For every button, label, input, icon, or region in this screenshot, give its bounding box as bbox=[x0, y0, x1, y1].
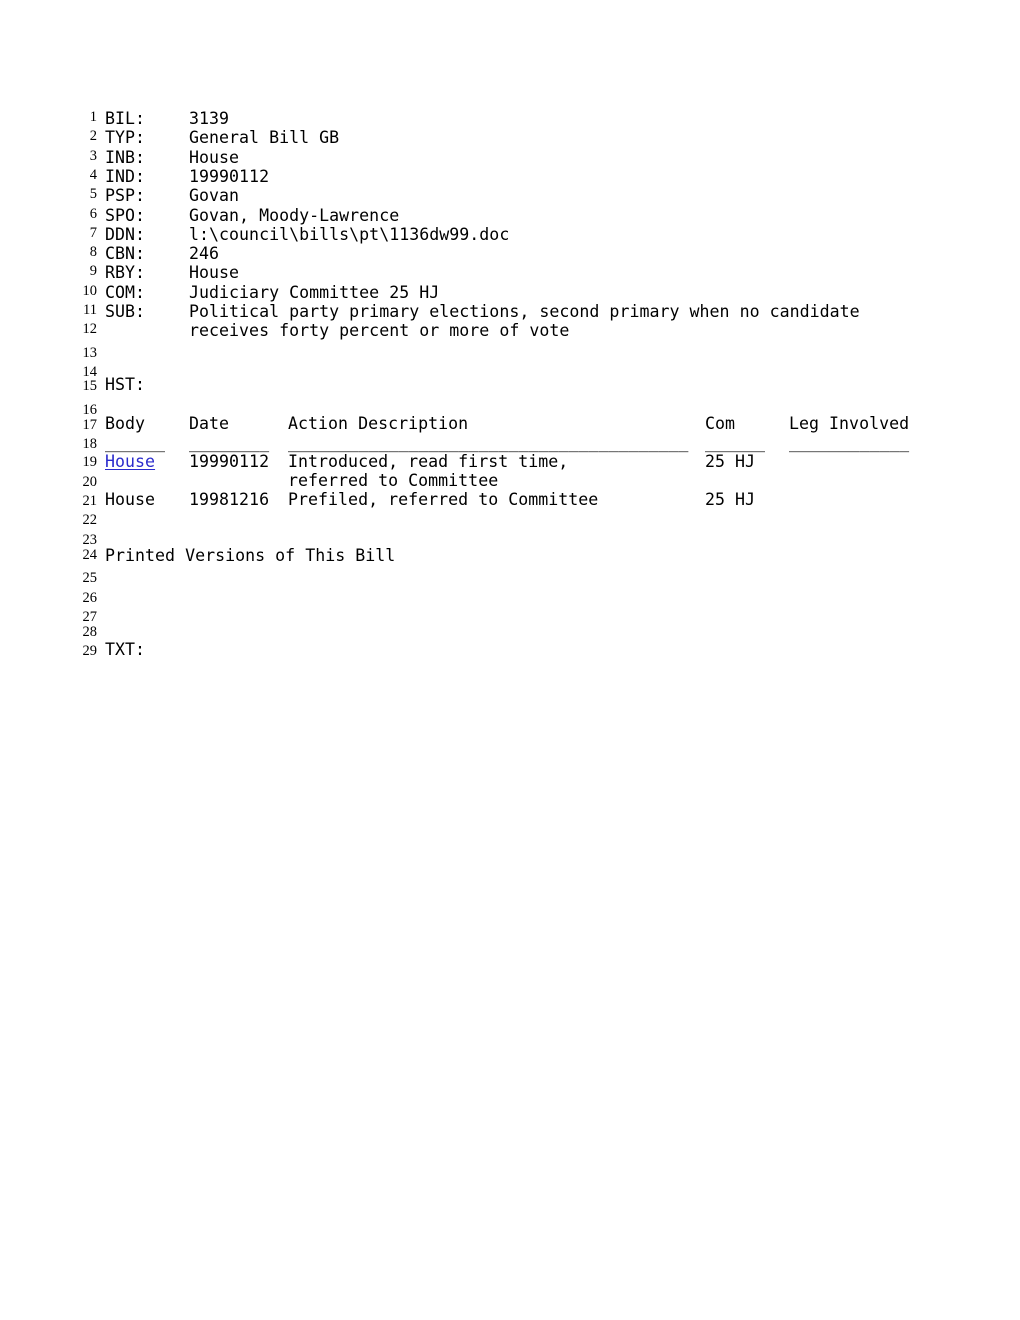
field-value-com: Judiciary Committee 25 HJ bbox=[189, 282, 440, 302]
field-value-inb: House bbox=[189, 147, 240, 167]
field-value-sub-line1: Political party primary elections, secon… bbox=[189, 302, 860, 321]
printed-versions-heading: Printed Versions of This Bill bbox=[105, 546, 396, 565]
field-label-sub: SUB: bbox=[105, 302, 146, 321]
field-value-ind: 19990112 bbox=[189, 166, 270, 186]
line-number: 19 bbox=[82, 454, 98, 471]
line-number: 28 bbox=[82, 624, 98, 641]
line-number: 13 bbox=[82, 344, 98, 361]
table-separator-com: ______ bbox=[705, 432, 766, 452]
line-number: 2 bbox=[89, 128, 97, 145]
field-label-hst: HST: bbox=[105, 375, 146, 394]
document-page: 1 2 3 4 5 6 7 8 9 10 11 12 13 14 15 16 1… bbox=[0, 0, 1020, 1320]
table-header-action: Action Description bbox=[288, 413, 469, 433]
table-row-action-line1: Introduced, read first time, bbox=[288, 451, 569, 471]
field-value-psp: Govan bbox=[189, 186, 240, 206]
line-number: 6 bbox=[89, 205, 97, 222]
line-number: 16 bbox=[82, 401, 98, 418]
line-number: 26 bbox=[82, 589, 98, 606]
field-value-ddn: l:\council\bills\pt\1136dw99.doc bbox=[189, 224, 510, 244]
line-number: 24 bbox=[82, 546, 98, 563]
line-number: 11 bbox=[83, 302, 97, 318]
line-number: 22 bbox=[82, 512, 98, 529]
table-header-leg: Leg Involved bbox=[789, 413, 910, 433]
field-label-ddn: DDN: bbox=[105, 224, 146, 244]
field-label-psp: PSP: bbox=[105, 186, 146, 206]
table-header-com: Com bbox=[705, 413, 736, 433]
field-label-rby: RBY: bbox=[105, 263, 146, 283]
table-row-date: 19981216 bbox=[189, 490, 270, 509]
line-number-gutter: 1 2 3 4 5 6 7 8 9 10 11 12 13 14 15 16 1… bbox=[0, 109, 98, 689]
line-number: 21 bbox=[82, 493, 98, 509]
line-number: 10 bbox=[82, 282, 98, 299]
line-number: 8 bbox=[89, 244, 97, 261]
table-row-date: 19990112 bbox=[189, 451, 270, 471]
line-number: 27 bbox=[82, 608, 98, 625]
document-text-body: BIL: 3139 TYP: General Bill GB INB: Hous… bbox=[105, 109, 1005, 689]
field-value-typ: General Bill GB bbox=[189, 128, 340, 148]
line-number: 18 bbox=[82, 436, 98, 453]
line-number: 5 bbox=[89, 186, 97, 203]
table-separator-leg: ____________ bbox=[789, 432, 910, 452]
field-label-inb: INB: bbox=[105, 147, 146, 167]
table-row-action-line2: referred to Committee bbox=[288, 470, 499, 490]
line-number: 29 bbox=[82, 643, 98, 660]
table-separator-action: ________________________________________ bbox=[288, 432, 689, 452]
field-value-spo: Govan, Moody-Lawrence bbox=[189, 205, 400, 225]
field-label-typ: TYP: bbox=[105, 128, 146, 148]
line-number: 15 bbox=[82, 378, 98, 395]
field-label-txt: TXT: bbox=[105, 640, 146, 659]
line-number: 12 bbox=[82, 321, 98, 338]
field-value-bil: 3139 bbox=[189, 109, 230, 128]
field-value-sub-line2: receives forty percent or more of vote bbox=[189, 321, 570, 341]
line-number: 7 bbox=[89, 224, 97, 241]
table-row-body-link[interactable]: House bbox=[105, 452, 155, 471]
line-number: 20 bbox=[82, 473, 98, 490]
table-header-body: Body bbox=[105, 413, 146, 433]
field-label-ind: IND: bbox=[105, 166, 146, 186]
field-value-cbn: 246 bbox=[189, 244, 220, 264]
field-value-rby: House bbox=[189, 263, 240, 283]
field-label-spo: SPO: bbox=[105, 205, 146, 225]
line-number: 25 bbox=[82, 570, 98, 587]
line-number: 23 bbox=[82, 531, 98, 548]
table-row-com: 25 HJ bbox=[705, 451, 756, 471]
field-label-com: COM: bbox=[105, 282, 146, 302]
line-number: 1 bbox=[89, 109, 97, 125]
field-label-cbn: CBN: bbox=[105, 244, 146, 264]
table-row-com: 25 HJ bbox=[705, 490, 756, 509]
line-number: 17 bbox=[82, 416, 98, 433]
line-number: 3 bbox=[89, 147, 97, 164]
table-separator-date: ________ bbox=[189, 432, 270, 452]
table-separator-body: ______ bbox=[105, 432, 166, 452]
table-row-action-line1: Prefiled, referred to Committee bbox=[288, 490, 599, 509]
table-row-body: House bbox=[105, 490, 156, 509]
line-number: 9 bbox=[89, 263, 97, 280]
field-label-bil: BIL: bbox=[105, 109, 146, 128]
table-header-date: Date bbox=[189, 413, 230, 433]
line-number: 4 bbox=[89, 166, 97, 183]
